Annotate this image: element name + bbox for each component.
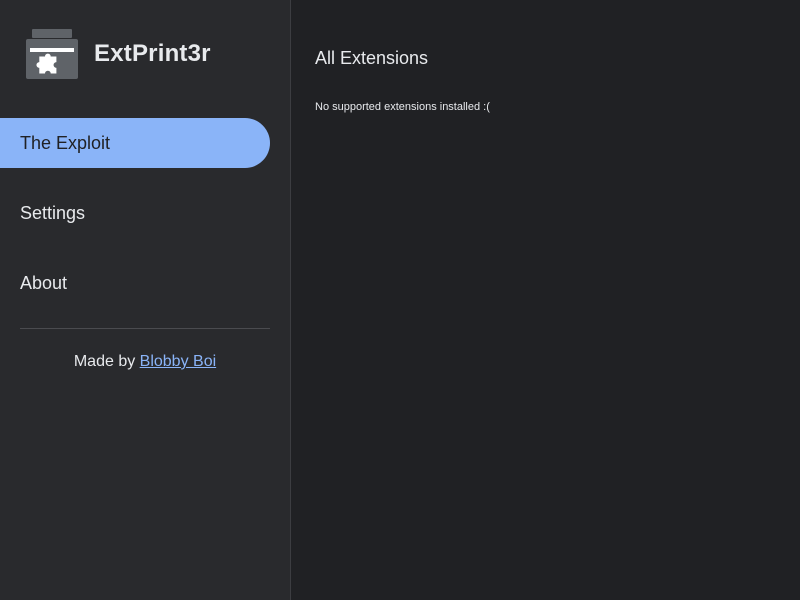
sidebar-item-label: About	[20, 272, 68, 293]
credits-prefix: Made by	[73, 353, 140, 370]
app-window: ExtPrint3r The Exploit Settings About Ma…	[0, 0, 800, 600]
sidebar-item-label: The Exploit	[20, 132, 111, 153]
sidebar-item-label: Settings	[20, 202, 86, 223]
page-title: All Extensions	[315, 48, 429, 68]
sidebar-item-the-exploit[interactable]: The Exploit	[0, 118, 270, 168]
sidebar-nav: The Exploit Settings About	[0, 118, 290, 328]
app-title: ExtPrint3r	[94, 40, 211, 67]
sidebar: ExtPrint3r The Exploit Settings About Ma…	[0, 0, 291, 600]
main-panel: All Extensions No supported extensions i…	[291, 0, 800, 600]
printer-puzzle-icon	[26, 29, 78, 79]
sidebar-divider	[20, 328, 270, 329]
credits: Made by Blobby Boi	[20, 353, 270, 371]
brand: ExtPrint3r	[26, 29, 211, 79]
sidebar-item-about[interactable]: About	[0, 258, 270, 308]
author-link[interactable]: Blobby Boi	[140, 353, 217, 370]
empty-state-message: No supported extensions installed :(	[315, 101, 490, 113]
sidebar-item-settings[interactable]: Settings	[0, 188, 270, 238]
